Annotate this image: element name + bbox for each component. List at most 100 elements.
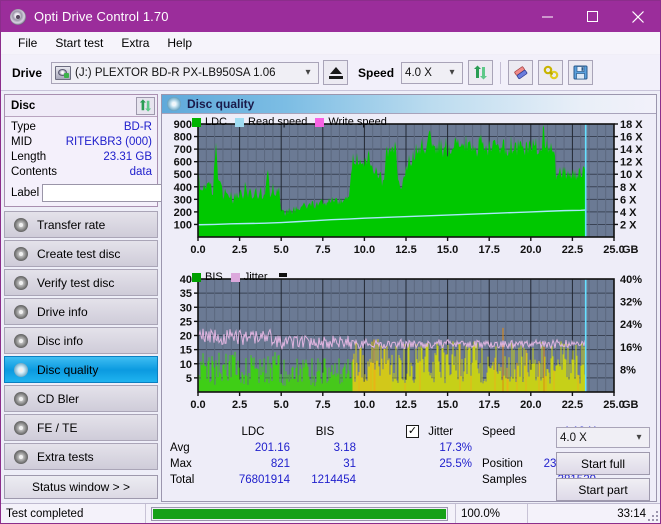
stats-table: LDC BIS ✓ Jitter Speed 4.19 X Avg 201.16 (168, 424, 598, 488)
menu-bar: File Start test Extra Help (1, 32, 660, 55)
sidebar-item-disc-info[interactable]: Disc info (4, 327, 158, 354)
svg-text:22.5: 22.5 (562, 244, 583, 256)
sidebar: Disc Type BD-R MID RITEKBR3 (000) Length… (4, 94, 244, 502)
svg-text:2 X: 2 X (620, 219, 637, 231)
svg-text:30: 30 (180, 302, 192, 314)
legend-label-jitter: Jitter (243, 271, 268, 283)
save-button[interactable] (568, 60, 594, 85)
svg-text:7.5: 7.5 (315, 244, 330, 256)
status-bar: Test completed 100.0% 33:14 (1, 503, 660, 523)
svg-text:10.0: 10.0 (354, 399, 375, 411)
sidebar-item-drive-info[interactable]: Drive info (4, 298, 158, 325)
svg-text:12.5: 12.5 (395, 244, 416, 256)
svg-text:500: 500 (174, 169, 192, 181)
stats-total-bis: 1214454 (311, 474, 356, 486)
floppy-save-icon (573, 65, 588, 80)
disc-refresh-button[interactable] (136, 96, 155, 115)
menu-help[interactable]: Help (158, 34, 201, 52)
eject-button[interactable] (323, 60, 349, 85)
jitter-cell: ✓ Jitter (404, 424, 474, 440)
start-part-button[interactable]: Start part (556, 478, 650, 501)
drive-label: Drive (12, 65, 43, 80)
legend-marker-icon (278, 272, 287, 277)
sidebar-item-cd-bler[interactable]: CD Bler (4, 385, 158, 412)
svg-text:8%: 8% (620, 364, 636, 376)
sidebar-item-label: CD Bler (37, 391, 80, 406)
sidebar-item-fe-te[interactable]: FE / TE (4, 414, 158, 441)
chevron-down-icon: ▾ (636, 432, 642, 443)
sidebar-item-extra-tests[interactable]: Extra tests (4, 443, 158, 470)
main-body: Disc Type BD-R MID RITEKBR3 (000) Length… (1, 91, 660, 502)
minimize-button[interactable] (525, 1, 570, 32)
stats-avg-jitter: 17.3% (439, 442, 472, 454)
disc-icon (11, 333, 31, 348)
svg-text:17.5: 17.5 (478, 399, 499, 411)
refresh-button[interactable] (468, 60, 494, 85)
ldc-chart: LDC Read speed Write speed 100 200 300 400 5… (164, 115, 654, 268)
sidebar-item-transfer-rate[interactable]: Transfer rate (4, 211, 158, 238)
drive-select[interactable]: (J:) PLEXTOR BD-R PX-LB950SA 1.06 ▾ (51, 61, 320, 84)
menu-start-test[interactable]: Start test (46, 34, 112, 52)
sidebar-item-verify-test-disc[interactable]: Verify test disc (4, 269, 158, 296)
disc-row-key: Length (11, 151, 47, 163)
svg-text:GB: GB (622, 399, 639, 411)
svg-text:100: 100 (174, 219, 192, 231)
close-button[interactable] (615, 1, 660, 32)
stats-max-bis: 31 (343, 458, 356, 470)
svg-text:24%: 24% (620, 319, 642, 331)
sidebar-item-label: Drive info (37, 304, 88, 319)
title-bar: Opti Drive Control 1.70 (1, 1, 660, 32)
speed-select[interactable]: 4.0 X ▾ (401, 61, 464, 84)
legend-label-read-speed: Read speed (248, 116, 308, 128)
status-progress (146, 503, 456, 523)
refresh-icon (474, 65, 488, 80)
chevron-down-icon: ▾ (305, 67, 311, 78)
svg-text:15.0: 15.0 (437, 244, 458, 256)
legend-label-write-speed: Write speed (328, 116, 387, 128)
stats-avg-bis: 3.18 (333, 442, 356, 454)
sidebar-nav: Transfer rate Create test disc Verify te… (4, 211, 158, 470)
disc-row-key: Contents (11, 166, 58, 178)
resize-grip[interactable] (646, 509, 658, 521)
svg-text:5: 5 (186, 373, 192, 385)
stats-position-label: Position (482, 458, 523, 470)
svg-text:10 X: 10 X (620, 169, 643, 181)
tools-button[interactable] (538, 60, 564, 85)
eraser-icon (513, 65, 527, 79)
disc-label-row: Label (11, 183, 244, 202)
ldc-chart-legend: LDC Read speed Write speed (192, 116, 391, 128)
jitter-label: Jitter (428, 426, 454, 438)
stats-max-ldc: 821 (270, 458, 290, 470)
sidebar-item-label: FE / TE (37, 420, 78, 435)
start-full-button[interactable]: Start full (556, 452, 650, 475)
status-window-button[interactable]: Status window > > (4, 475, 158, 499)
bis-chart-legend: BIS Jitter (192, 271, 287, 283)
disc-row-value: 23.31 GB (103, 151, 152, 163)
svg-text:25: 25 (180, 316, 192, 328)
toolbar-separator (500, 61, 502, 84)
disc-icon (11, 420, 31, 435)
jitter-checkbox[interactable]: ✓ (406, 425, 419, 439)
page-title: Disc quality (187, 97, 255, 111)
test-speed-select[interactable]: 4.0 X ▾ (556, 427, 650, 448)
menu-extra[interactable]: Extra (112, 34, 158, 52)
svg-text:600: 600 (174, 157, 192, 169)
sidebar-item-disc-quality[interactable]: Disc quality (4, 356, 158, 383)
svg-text:400: 400 (174, 182, 192, 194)
sidebar-item-create-test-disc[interactable]: Create test disc (4, 240, 158, 267)
sidebar-item-label: Disc quality (37, 362, 99, 377)
svg-text:15: 15 (180, 345, 192, 357)
progress-bar-fill (153, 508, 446, 519)
disc-row-contents: Contents data (11, 165, 152, 180)
svg-text:12 X: 12 X (620, 157, 643, 169)
svg-text:4 X: 4 X (620, 207, 637, 219)
maximize-button[interactable] (570, 1, 615, 32)
status-message: Test completed (1, 503, 146, 523)
stats-row-total: Total 76801914 1214454 Samples 381529 (168, 472, 598, 488)
svg-text:7.5: 7.5 (315, 399, 330, 411)
svg-text:10: 10 (180, 359, 192, 371)
bis-jitter-chart: BIS Jitter 5 10 15 20 25 30 35 40 8% 16% 24% 32% 40%… (164, 270, 654, 421)
stats-max-jitter: 25.5% (439, 458, 472, 470)
erase-button[interactable] (508, 60, 534, 85)
menu-file[interactable]: File (9, 34, 46, 52)
